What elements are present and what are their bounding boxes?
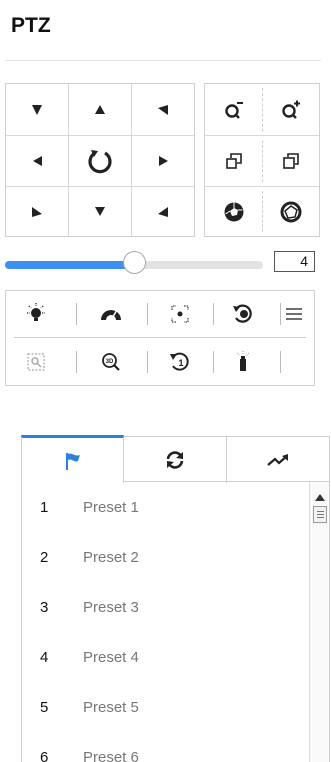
- pan-right-button[interactable]: [132, 136, 194, 186]
- preset-number: 2: [40, 548, 49, 566]
- ptz-tabs: [21, 435, 330, 483]
- lens-reset-icon: [233, 304, 252, 323]
- preset-name: Preset 1: [83, 498, 139, 516]
- zoom-out-icon: [224, 101, 243, 119]
- park-action-icon: 1: [170, 352, 189, 371]
- arrow-up-right-icon: [32, 206, 42, 217]
- arrow-down-right-icon: [32, 104, 42, 115]
- zoom-in-icon: [282, 100, 300, 119]
- preset-number: 6: [40, 748, 49, 762]
- list-item[interactable]: 3 Preset 3: [22, 582, 304, 632]
- direction-pad: [5, 83, 195, 237]
- preset-number: 1: [40, 498, 49, 516]
- flag-icon: [65, 452, 80, 470]
- arrow-left-icon: [32, 156, 42, 166]
- pan-up-left-button[interactable]: [6, 84, 68, 135]
- tab-patrol[interactable]: [124, 436, 227, 483]
- list-scrollbar[interactable]: [309, 482, 329, 762]
- preset-name: Preset 2: [83, 548, 139, 566]
- pan-down-left-button[interactable]: [6, 187, 68, 236]
- speed-value[interactable]: 4: [274, 251, 315, 272]
- preset-number: 3: [40, 598, 49, 616]
- preset-number: 5: [40, 698, 49, 716]
- list-item[interactable]: 6 Preset 6: [22, 732, 304, 762]
- 3d-zoom-icon: 3D: [102, 353, 120, 371]
- preset-name: Preset 3: [83, 598, 139, 616]
- pan-down-button[interactable]: [69, 187, 131, 236]
- preset-name: Preset 6: [83, 748, 139, 762]
- tracking-icon: [27, 353, 45, 371]
- speed-slider-fill: [5, 261, 134, 269]
- zoom-out-button[interactable]: [205, 84, 262, 135]
- scroll-up-icon[interactable]: [315, 488, 325, 506]
- trend-icon: [267, 454, 288, 466]
- pan-down-right-button[interactable]: [132, 187, 194, 236]
- lens-controls: [204, 83, 320, 237]
- manual-tracking-button[interactable]: [10, 346, 62, 378]
- focus-far-button[interactable]: [263, 136, 319, 186]
- iris-open-button[interactable]: [263, 187, 319, 236]
- wiper-button[interactable]: [85, 298, 137, 330]
- focus-near-icon: [225, 153, 242, 169]
- tab-pattern[interactable]: [227, 436, 330, 483]
- preset-name: Preset 4: [83, 648, 139, 666]
- focus-far-icon: [283, 153, 299, 169]
- title-divider: [5, 60, 321, 61]
- list-item[interactable]: 2 Preset 2: [22, 532, 304, 582]
- light-icon: [27, 303, 45, 321]
- tab-preset[interactable]: [21, 435, 124, 483]
- focus-icon: [171, 305, 189, 323]
- arrow-up-left-icon: [158, 206, 168, 217]
- pan-left-button[interactable]: [6, 136, 68, 186]
- pan-up-button[interactable]: [69, 84, 131, 135]
- page-title: PTZ: [11, 14, 51, 37]
- wiper-spray-icon: [236, 351, 250, 371]
- list-item[interactable]: 4 Preset 4: [22, 632, 304, 682]
- arrow-down-left-icon: [158, 104, 168, 115]
- list-item[interactable]: 5 Preset 5: [22, 682, 304, 732]
- circular-arrow-icon: [88, 150, 112, 174]
- arrow-up-icon: [95, 105, 105, 114]
- preset-number: 4: [40, 648, 49, 666]
- more-menu-button[interactable]: [274, 298, 314, 330]
- light-button[interactable]: [10, 298, 62, 330]
- one-touch-focus-button[interactable]: [154, 298, 206, 330]
- iris-open-icon: [280, 201, 302, 222]
- park-action-button[interactable]: 1: [154, 346, 206, 378]
- arrow-right-icon: [158, 156, 168, 166]
- lens-initialization-button[interactable]: [217, 298, 269, 330]
- zoom-in-button[interactable]: [263, 84, 319, 135]
- manual-wiper-button[interactable]: [217, 346, 269, 378]
- preset-list: 1 Preset 1 2 Preset 2 3 Preset 3 4 Prese…: [21, 482, 330, 762]
- pan-up-right-button[interactable]: [132, 84, 194, 135]
- list-item[interactable]: 1 Preset 1: [22, 482, 304, 532]
- speed-slider-handle[interactable]: [123, 251, 146, 274]
- svg-text:1: 1: [178, 358, 183, 368]
- menu-icon: [286, 308, 302, 320]
- preset-name: Preset 5: [83, 698, 139, 716]
- refresh-icon: [166, 451, 184, 469]
- 3d-zoom-button[interactable]: 3D: [85, 346, 137, 378]
- auto-scan-button[interactable]: [69, 136, 131, 186]
- iris-closed-icon: [224, 202, 243, 221]
- function-panel: 3D 1: [5, 290, 315, 386]
- arrow-down-icon: [95, 207, 105, 216]
- svg-text:3D: 3D: [106, 359, 114, 365]
- iris-close-button[interactable]: [205, 187, 262, 236]
- focus-near-button[interactable]: [205, 136, 262, 186]
- scrollbar-thumb[interactable]: [313, 506, 327, 523]
- wiper-icon: [101, 309, 121, 321]
